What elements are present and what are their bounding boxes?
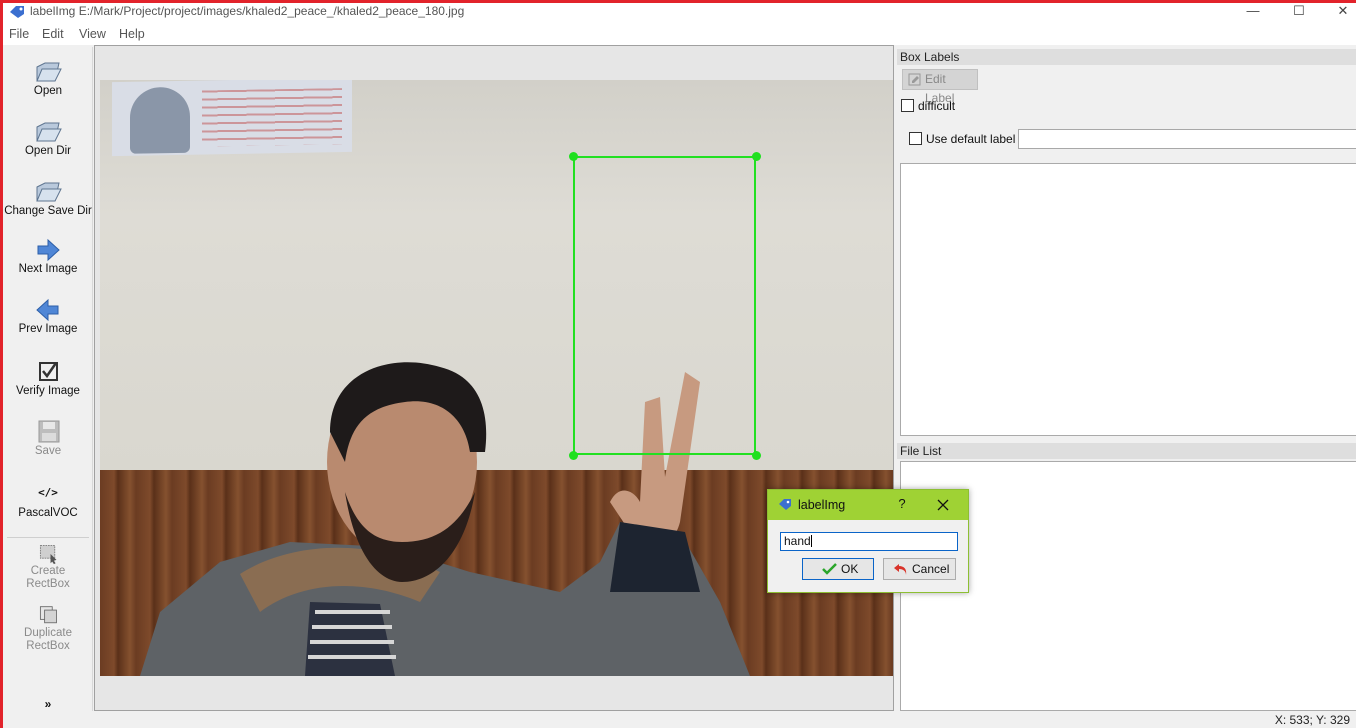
use-default-label-text: Use default label [926, 132, 1016, 146]
open-label: Open [33, 85, 63, 97]
status-bar: X: 533; Y: 329 [3, 711, 1356, 728]
menu-view[interactable]: View [79, 27, 106, 41]
check-icon [822, 563, 837, 575]
undo-arrow-icon [894, 564, 907, 575]
wall-poster [112, 80, 352, 157]
change-save-dir-button[interactable]: Change Save Dir [3, 179, 93, 218]
label-list[interactable] [900, 163, 1356, 436]
save-button[interactable]: Save [3, 419, 93, 458]
dialog-ok-label: OK [841, 562, 859, 576]
menu-file[interactable]: File [9, 27, 29, 41]
open-dir-button[interactable]: Open Dir [3, 119, 93, 158]
duplicate-rectbox-label-line2: RectBox [26, 640, 70, 652]
label-name-value: hand [784, 534, 811, 548]
box-labels-title: Box Labels [897, 49, 1356, 65]
next-image-button[interactable]: Next Image [3, 237, 93, 276]
menu-help[interactable]: Help [119, 27, 145, 41]
app-tag-icon [779, 499, 791, 510]
title-bar: labelImg E:/Mark/Project/project/images/… [3, 3, 1356, 23]
cursor-coordinates: X: 533; Y: 329 [1274, 713, 1350, 727]
minimize-button[interactable]: — [1231, 3, 1275, 21]
folder-icon [36, 122, 62, 142]
create-rectbox-label-line1: Create [30, 565, 66, 577]
change-save-dir-label: Change Save Dir [4, 205, 92, 217]
prev-image-label: Prev Image [18, 323, 78, 335]
image-canvas[interactable] [94, 45, 894, 711]
pascalvoc-label: PascalVOC [18, 507, 78, 519]
dialog-cancel-label: Cancel [912, 562, 950, 576]
label-dialog: labelImg ? hand OK Cancel [767, 489, 969, 593]
dialog-close-icon[interactable] [934, 496, 952, 514]
duplicate-icon [39, 606, 57, 624]
labelimg-window: labelImg E:/Mark/Project/project/images/… [0, 0, 1356, 728]
menu-edit[interactable]: Edit [42, 27, 64, 41]
difficult-checkbox[interactable] [901, 99, 914, 112]
save-label: Save [34, 445, 62, 457]
duplicate-rectbox-label-line1: Duplicate [24, 627, 72, 639]
dialog-help-button[interactable]: ? [894, 496, 910, 511]
duplicate-rectbox-button[interactable]: Duplicate RectBox [3, 605, 93, 653]
bbox-handle-bottom-left[interactable] [569, 451, 578, 460]
dialog-ok-button[interactable]: OK [802, 558, 874, 580]
edit-pencil-icon [908, 73, 921, 86]
dialog-title: labelImg [798, 498, 846, 512]
bounding-box-hand[interactable] [573, 156, 756, 455]
text-caret [810, 535, 812, 547]
dialog-cancel-button[interactable]: Cancel [883, 558, 956, 580]
open-button[interactable]: Open [3, 59, 93, 98]
verify-image-button[interactable]: Verify Image [3, 359, 93, 398]
file-list-title: File List [897, 443, 1356, 459]
arrow-left-icon [36, 298, 59, 322]
checkbox-checked-icon [39, 362, 58, 381]
app-tag-icon [10, 6, 24, 18]
create-rectbox-label-line2: RectBox [26, 578, 70, 590]
menu-bar: File Edit View Help [3, 23, 1356, 45]
left-toolbar: Open Open Dir Change Save Dir Next Image [3, 47, 93, 711]
floppy-disk-icon [38, 420, 60, 443]
next-image-label: Next Image [18, 263, 78, 275]
label-name-input[interactable]: hand [780, 532, 958, 551]
arrow-right-icon [37, 238, 60, 262]
create-rect-icon [39, 545, 57, 565]
window-title: labelImg E:/Mark/Project/project/images/… [30, 4, 465, 18]
open-dir-label: Open Dir [24, 145, 72, 157]
folder-icon [36, 182, 62, 202]
close-button[interactable]: ✕ [1321, 3, 1356, 21]
use-default-label-checkbox[interactable] [909, 132, 922, 145]
right-dock: Box Labels Edit Label difficult Use defa… [897, 47, 1356, 711]
dialog-title-bar: labelImg ? [768, 490, 968, 520]
code-icon: </> [38, 486, 58, 499]
prev-image-button[interactable]: Prev Image [3, 297, 93, 336]
edit-label-button[interactable]: Edit Label [902, 69, 978, 105]
maximize-button[interactable]: ☐ [1277, 3, 1321, 21]
bbox-handle-bottom-right[interactable] [752, 451, 761, 460]
verify-image-label: Verify Image [16, 385, 80, 397]
bbox-handle-top-right[interactable] [752, 152, 761, 161]
toolbar-more-chevron-icon[interactable]: » [3, 697, 93, 711]
default-label-input[interactable] [1018, 129, 1356, 149]
bbox-handle-top-left[interactable] [569, 152, 578, 161]
toolbar-divider [7, 537, 89, 538]
create-rectbox-button[interactable]: Create RectBox [3, 543, 93, 591]
folder-icon [36, 62, 62, 82]
difficult-label: difficult [918, 99, 956, 113]
pascalvoc-button[interactable]: </> PascalVOC [3, 483, 93, 520]
